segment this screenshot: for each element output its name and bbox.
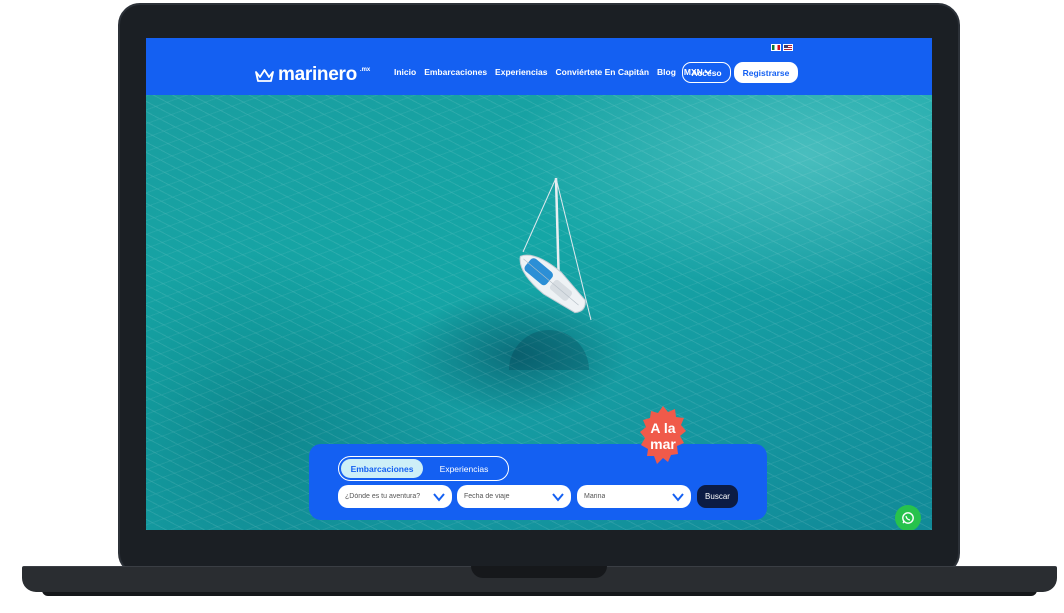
search-tabs: Embarcaciones Experiencias: [338, 456, 509, 481]
badge-line-1: A la: [650, 420, 675, 436]
laptop-notch: [471, 566, 607, 578]
screen: marinero .mx Inicio Embarcaciones Experi…: [146, 38, 932, 530]
main-nav: Inicio Embarcaciones Experiencias Convié…: [394, 67, 712, 77]
register-button[interactable]: Registrarse: [734, 62, 798, 83]
date-select[interactable]: Fecha de viaje: [457, 485, 571, 508]
nav-experiencias[interactable]: Experiencias: [495, 67, 547, 77]
sailboat-illustration: [509, 177, 592, 370]
marina-select[interactable]: Marina: [577, 485, 691, 508]
tab-embarcaciones[interactable]: Embarcaciones: [341, 459, 423, 478]
marina-value: Marina: [584, 493, 606, 500]
logo-domain: .mx: [359, 67, 371, 73]
whatsapp-button[interactable]: [895, 505, 921, 530]
search-button[interactable]: Buscar: [697, 485, 738, 508]
a-la-mar-badge: A la mar: [640, 406, 686, 464]
destination-select[interactable]: ¿Dónde es tu aventura?: [338, 485, 452, 508]
nav-inicio[interactable]: Inicio: [394, 67, 416, 77]
login-button[interactable]: Acceso: [682, 62, 731, 83]
site-logo[interactable]: marinero .mx: [254, 64, 370, 86]
chevron-down-icon: [552, 492, 564, 502]
nav-blog[interactable]: Blog: [657, 67, 676, 77]
nav-conviertete-capitan[interactable]: Conviértete En Capitán: [556, 67, 650, 77]
usa-flag-icon[interactable]: [783, 44, 793, 51]
crown-logo-icon: [255, 68, 274, 82]
whatsapp-icon: [902, 512, 914, 524]
tab-experiencias[interactable]: Experiencias: [423, 459, 505, 478]
language-switcher[interactable]: [771, 44, 793, 51]
badge-line-2: mar: [650, 436, 676, 452]
search-panel: Embarcaciones Experiencias ¿Dónde es tu …: [309, 444, 767, 520]
date-value: Fecha de viaje: [464, 493, 510, 500]
logo-text: marinero: [278, 64, 357, 85]
site-header: marinero .mx Inicio Embarcaciones Experi…: [146, 38, 932, 95]
chevron-down-icon: [672, 492, 684, 502]
mexico-flag-icon[interactable]: [771, 44, 781, 51]
nav-embarcaciones[interactable]: Embarcaciones: [424, 67, 487, 77]
chevron-down-icon: [433, 492, 445, 502]
destination-value: ¿Dónde es tu aventura?: [345, 493, 421, 500]
